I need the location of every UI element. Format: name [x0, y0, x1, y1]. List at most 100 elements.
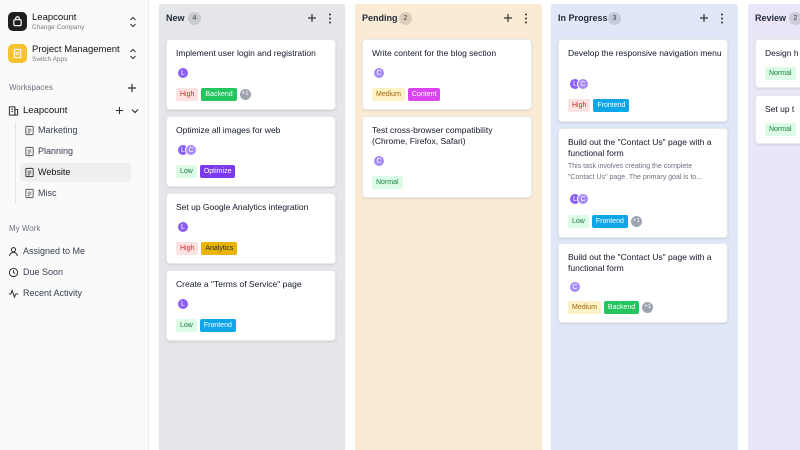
card-title: Build out the "Contact Us" page with a f…: [568, 252, 712, 273]
sidebar-item-label: Marketing: [38, 125, 78, 135]
company-logo-icon: [8, 12, 27, 31]
sidebar-item-misc[interactable]: Misc: [20, 184, 131, 203]
add-card-icon[interactable]: [699, 13, 709, 23]
label-tag: Optimize: [199, 165, 236, 178]
more-tags-badge: +1: [642, 302, 654, 313]
tree-line: [15, 122, 16, 204]
avatar: C: [185, 144, 197, 156]
file-icon: [25, 167, 34, 178]
task-card[interactable]: Set up t Normal: [755, 95, 800, 144]
card-tags: Normal: [372, 176, 406, 189]
app-subtitle: Switch Apps: [32, 56, 68, 63]
card-title: Design h: [765, 48, 799, 58]
task-card[interactable]: Optimize all images for web L C Low Optim…: [166, 116, 336, 187]
label-tag: Frontend: [593, 99, 630, 112]
sidebar-item-due-soon[interactable]: Due Soon: [4, 263, 144, 282]
priority-tag: High: [176, 242, 199, 255]
task-card[interactable]: Design h Normal: [755, 39, 800, 88]
sidebar-item-label: Assigned to Me: [23, 246, 86, 256]
file-icon: [25, 146, 34, 157]
card-tags: Medium Backend +1: [568, 301, 654, 314]
activity-icon: [8, 288, 19, 299]
user-icon: [9, 247, 18, 257]
priority-tag: Low: [176, 319, 197, 332]
sidebar-item-label: Recent Activity: [23, 288, 83, 298]
sidebar-item-marketing[interactable]: Marketing: [20, 121, 131, 140]
sidebar-item-label: Due Soon: [23, 267, 64, 277]
card-title: Set up t: [765, 104, 795, 114]
column-pending: Pending 2 Write content for the blog sec…: [355, 4, 542, 450]
card-description: This task involves creating the complete…: [568, 163, 703, 181]
column-count-badge: 4: [188, 12, 201, 25]
task-card[interactable]: Write content for the blog section C Med…: [362, 39, 532, 110]
card-tags: Low Frontend: [176, 319, 239, 332]
card-tags: Low Optimize: [176, 165, 238, 178]
company-subtitle: Change Company: [32, 24, 85, 31]
add-card-icon[interactable]: [307, 13, 317, 23]
add-project-icon[interactable]: [114, 105, 125, 116]
app-name: Project Management: [32, 44, 120, 55]
card-tags: High Backend +1: [176, 88, 251, 101]
avatar: L: [177, 67, 189, 79]
column-header: Review 2: [748, 4, 800, 32]
add-workspace-icon[interactable]: [126, 82, 138, 94]
task-card[interactable]: Test cross-browser compatibility (Chrome…: [362, 116, 532, 198]
column-review: Review 2 Design h Normal Set up t Normal: [748, 4, 800, 450]
workspace-leapcount[interactable]: Leapcount: [4, 101, 144, 120]
card-title: Implement user login and registration: [176, 48, 316, 58]
company-switcher[interactable]: Leapcount Change Company: [0, 4, 149, 40]
more-vertical-icon[interactable]: [327, 13, 333, 24]
file-icon: [25, 188, 34, 199]
avatar: L: [177, 298, 189, 310]
card-title: Optimize all images for web: [176, 125, 281, 135]
sidebar-item-planning[interactable]: Planning: [20, 142, 131, 161]
priority-tag: Medium: [372, 88, 405, 101]
workspaces-label: Workspaces: [9, 83, 53, 92]
clock-icon: [8, 267, 19, 278]
task-card[interactable]: Develop the responsive navigation menu L…: [558, 39, 728, 122]
task-card[interactable]: Create a "Terms of Service" page L Low Fr…: [166, 270, 336, 341]
label-tag: Analytics: [201, 242, 238, 255]
sidebar-item-label: Misc: [38, 188, 57, 198]
card-tags: High Frontend: [568, 99, 632, 112]
card-title: Build out the "Contact Us" page with a f…: [568, 137, 712, 158]
avatar: C: [569, 281, 581, 293]
chevron-up-down-icon: [130, 16, 136, 28]
column-title: Pending: [362, 13, 398, 23]
label-tag: Frontend: [591, 215, 628, 228]
card-title: Test cross-browser compatibility (Chrome…: [372, 125, 493, 146]
sidebar-item-assigned-to-me[interactable]: Assigned to Me: [4, 242, 144, 261]
more-tags-badge: +1: [630, 216, 642, 227]
building-icon: [8, 106, 19, 116]
more-vertical-icon[interactable]: [719, 13, 725, 24]
column-title: New: [166, 13, 185, 23]
priority-tag: Low: [176, 165, 197, 178]
add-card-icon[interactable]: [503, 13, 513, 23]
label-tag: Content: [407, 88, 441, 101]
sidebar-item-label: Website: [38, 167, 71, 177]
avatar: C: [577, 78, 589, 90]
task-card[interactable]: Build out the "Contact Us" page with a f…: [558, 243, 728, 323]
avatar: C: [373, 155, 385, 167]
more-tags-badge: +1: [239, 89, 251, 100]
chevron-down-icon[interactable]: [130, 106, 140, 116]
sidebar-item-website[interactable]: Website: [20, 163, 131, 182]
more-vertical-icon[interactable]: [523, 13, 529, 24]
card-tags: Normal: [765, 67, 799, 80]
column-new: New 4 Implement user login and registrat…: [159, 4, 345, 450]
task-card[interactable]: Build out the "Contact Us" page with a f…: [558, 128, 728, 238]
card-tags: Medium Content: [372, 88, 443, 101]
company-name: Leapcount: [32, 12, 77, 23]
priority-tag: Normal: [765, 67, 796, 80]
sidebar-item-label: Planning: [38, 146, 74, 156]
card-title: Create a "Terms of Service" page: [176, 279, 302, 289]
priority-tag: Normal: [372, 176, 403, 189]
app-switcher[interactable]: Project Management Switch Apps: [0, 36, 149, 72]
priority-tag: High: [176, 88, 199, 101]
column-count-badge: 2: [789, 12, 800, 25]
task-card[interactable]: Set up Google Analytics integration L Hi…: [166, 193, 336, 264]
sidebar-item-recent-activity[interactable]: Recent Activity: [4, 284, 144, 303]
avatar: C: [577, 193, 589, 205]
column-in-progress: In Progress 3 Develop the responsive nav…: [551, 4, 738, 450]
task-card[interactable]: Implement user login and registration L …: [166, 39, 336, 110]
